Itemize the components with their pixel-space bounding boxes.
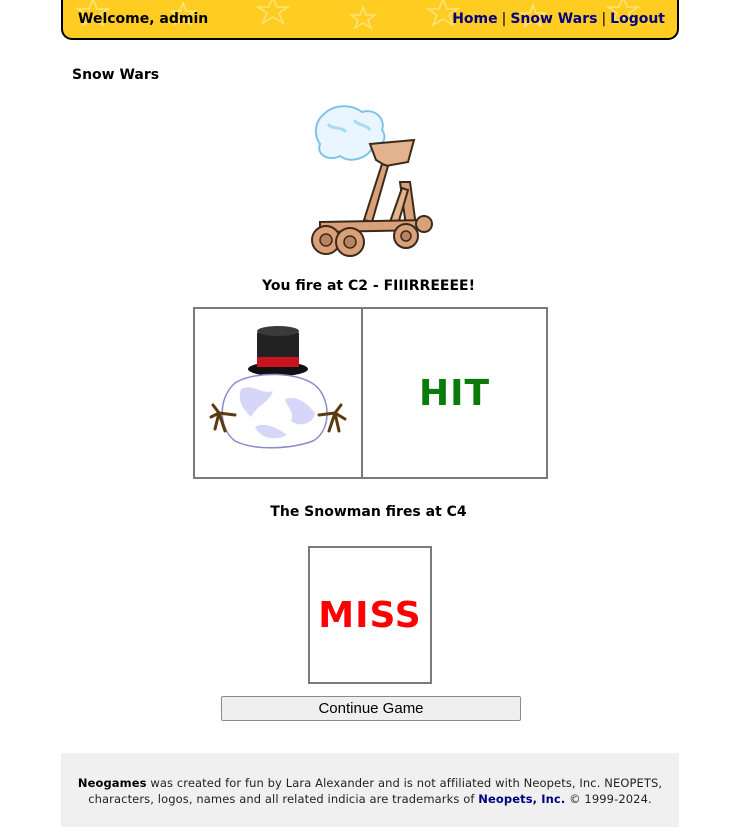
player-fire-message: You fire at C2 - FIIIRREEEE! (262, 278, 475, 294)
page-title: Snow Wars (72, 67, 160, 83)
enemy-fire-message: The Snowman fires at C4 (270, 504, 467, 520)
top-bar: Welcome, admin Home | Snow Wars | Logout (61, 0, 679, 40)
catapult-icon (311, 105, 433, 257)
footer-link-neopets[interactable]: Neopets, Inc. (478, 792, 565, 806)
welcome-text: Welcome, admin (78, 11, 209, 27)
nav-link-home[interactable]: Home (452, 11, 497, 27)
nav-link-snow-wars[interactable]: Snow Wars (510, 11, 597, 27)
footer-text: characters, logos, names and all related… (88, 792, 479, 806)
grid-cell-hit: HIT (363, 309, 546, 477)
footer-brand: Neogames (77, 776, 147, 790)
continue-game-button[interactable]: Continue Game (221, 696, 521, 721)
footer: Neogames was created for fun by Lara Ale… (61, 753, 679, 827)
footer-copyright: © 1999-2024. (565, 792, 652, 806)
snowman-icon (209, 326, 347, 449)
miss-result: MISS (318, 594, 422, 636)
player-target-grid: HIT (193, 307, 548, 479)
nav-separator: | (501, 11, 507, 27)
top-nav: Home | Snow Wars | Logout (452, 11, 665, 27)
footer-text: was created for fun by Lara Alexander an… (146, 776, 663, 790)
enemy-target-cell: MISS (308, 546, 432, 684)
nav-separator: | (601, 11, 607, 27)
grid-cell-snowman (195, 309, 363, 477)
hit-result: HIT (418, 372, 491, 414)
nav-link-logout[interactable]: Logout (610, 11, 665, 27)
